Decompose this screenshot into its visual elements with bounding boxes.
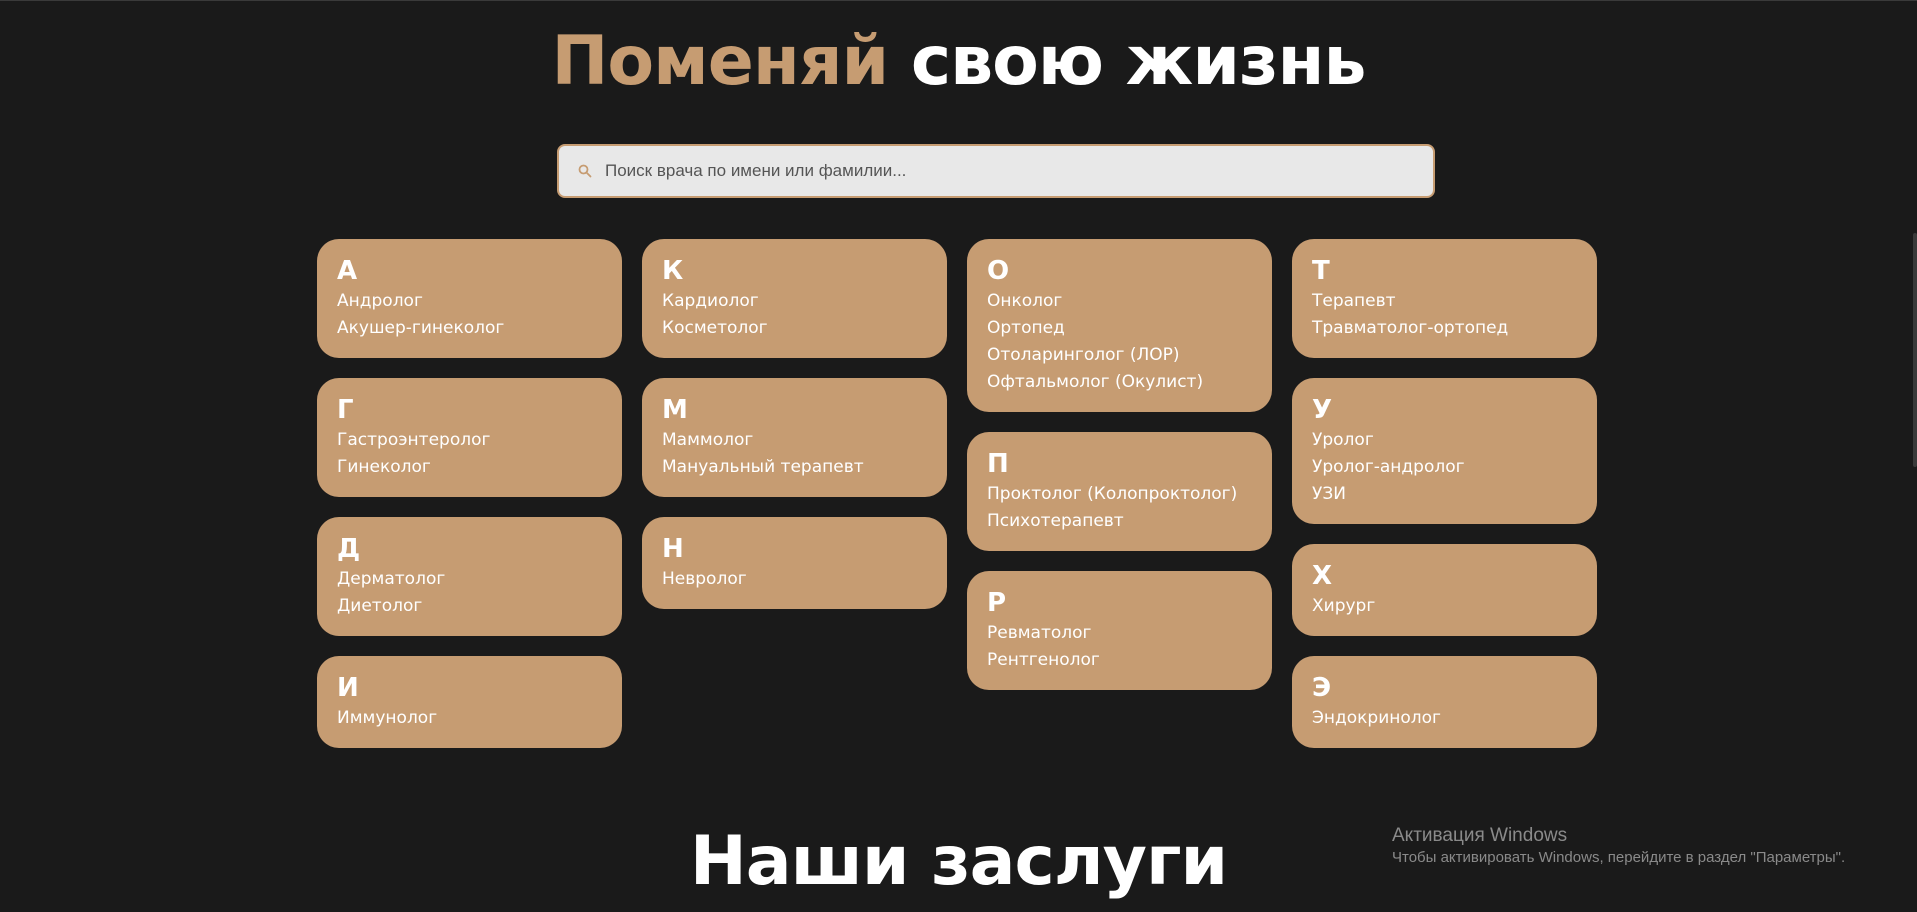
letter-heading: Д — [337, 534, 361, 564]
letter-card: М Маммолог Мануальный терапевт — [642, 378, 947, 497]
letter-card: К Кардиолог Косметолог — [642, 239, 947, 358]
specialty-column: К Кардиолог Косметолог М Маммолог Мануальный … — [642, 239, 947, 748]
specialty-link[interactable]: Хирург — [1312, 593, 1578, 620]
letter-heading: К — [662, 256, 684, 286]
specialty-link[interactable]: Уролог — [1312, 427, 1578, 454]
specialty-link[interactable]: Ортопед — [987, 315, 1253, 342]
hero-title-rest: свою жизнь — [910, 22, 1367, 101]
search-icon — [575, 161, 595, 181]
hero-title-accent: Поменяй — [551, 22, 890, 101]
scrollbar-thumb[interactable] — [1913, 233, 1917, 467]
specialty-link[interactable]: Проктолог (Колопроктолог) — [987, 481, 1253, 508]
specialty-link[interactable]: Невролог — [662, 566, 928, 593]
specialty-link[interactable]: Иммунолог — [337, 705, 603, 732]
specialty-link[interactable]: Акушер-гинеколог — [337, 315, 603, 342]
letter-card: А Андролог Акушер-гинеколог — [317, 239, 622, 358]
letter-card: Г Гастроэнтеролог Гинеколог — [317, 378, 622, 497]
specialty-link[interactable]: Терапевт — [1312, 288, 1578, 315]
specialty-link[interactable]: Андролог — [337, 288, 603, 315]
letter-heading: Н — [662, 534, 684, 564]
specialty-link[interactable]: Онколог — [987, 288, 1253, 315]
windows-activation-watermark: Активация Windows Чтобы активировать Win… — [1392, 824, 1845, 868]
letter-card: Т Терапевт Травматолог-ортопед — [1292, 239, 1597, 358]
specialty-link[interactable]: Маммолог — [662, 427, 928, 454]
specialty-link[interactable]: УЗИ — [1312, 481, 1578, 508]
letter-card: П Проктолог (Колопроктолог) Психотерапевт — [967, 432, 1272, 551]
specialty-link[interactable]: Эндокринолог — [1312, 705, 1578, 732]
letter-heading: У — [1312, 395, 1333, 425]
specialty-link[interactable]: Кардиолог — [662, 288, 928, 315]
specialty-link[interactable]: Ревматолог — [987, 620, 1253, 647]
specialty-link[interactable]: Гастроэнтеролог — [337, 427, 603, 454]
letter-card: О Онколог Ортопед Отоларинголог (ЛОР) Офталь… — [967, 239, 1272, 412]
specialty-link[interactable]: Рентгенолог — [987, 647, 1253, 674]
letter-heading: Р — [987, 588, 1007, 618]
letter-heading: Т — [1312, 256, 1330, 286]
letter-card: Р Ревматолог Рентгенолог — [967, 571, 1272, 690]
letter-heading: О — [987, 256, 1010, 286]
specialty-grid: А Андролог Акушер-гинеколог Г Гастроэнтероло… — [317, 239, 1597, 748]
specialty-link[interactable]: Офтальмолог (Окулист) — [987, 369, 1253, 396]
letter-heading: М — [662, 395, 688, 425]
specialty-link[interactable]: Травматолог-ортопед — [1312, 315, 1578, 342]
specialty-link[interactable]: Уролог-андролог — [1312, 454, 1578, 481]
letter-card: У Уролог Уролог-андролог УЗИ — [1292, 378, 1597, 524]
specialty-column: О Онколог Ортопед Отоларинголог (ЛОР) Офталь… — [967, 239, 1272, 748]
letter-heading: И — [337, 673, 359, 703]
letter-heading: Х — [1312, 561, 1333, 591]
letter-heading: П — [987, 449, 1009, 479]
specialty-link[interactable]: Дерматолог — [337, 566, 603, 593]
search-input[interactable] — [605, 146, 1433, 196]
specialty-column: Т Терапевт Травматолог-ортопед У Уролог Уроло… — [1292, 239, 1597, 748]
letter-card: Э Эндокринолог — [1292, 656, 1597, 748]
search-box[interactable] — [557, 144, 1435, 198]
letter-heading: А — [337, 256, 358, 286]
specialty-link[interactable]: Отоларинголог (ЛОР) — [987, 342, 1253, 369]
specialty-column: А Андролог Акушер-гинеколог Г Гастроэнтероло… — [317, 239, 622, 748]
specialty-link[interactable]: Мануальный терапевт — [662, 454, 928, 481]
specialty-link[interactable]: Диетолог — [337, 593, 603, 620]
letter-card: Х Хирург — [1292, 544, 1597, 636]
specialty-link[interactable]: Гинеколог — [337, 454, 603, 481]
specialty-link[interactable]: Психотерапевт — [987, 508, 1253, 535]
letter-heading: Э — [1312, 673, 1332, 703]
letter-heading: Г — [337, 395, 354, 425]
letter-card: Н Невролог — [642, 517, 947, 609]
top-edge-divider — [0, 0, 1917, 1]
letter-card: Д Дерматолог Диетолог — [317, 517, 622, 636]
specialty-link[interactable]: Косметолог — [662, 315, 928, 342]
letter-card: И Иммунолог — [317, 656, 622, 748]
hero-title: Поменяй свою жизнь — [0, 22, 1917, 102]
windows-activation-subtitle: Чтобы активировать Windows, перейдите в … — [1392, 849, 1846, 866]
windows-activation-title: Активация Windows — [1392, 825, 1568, 846]
